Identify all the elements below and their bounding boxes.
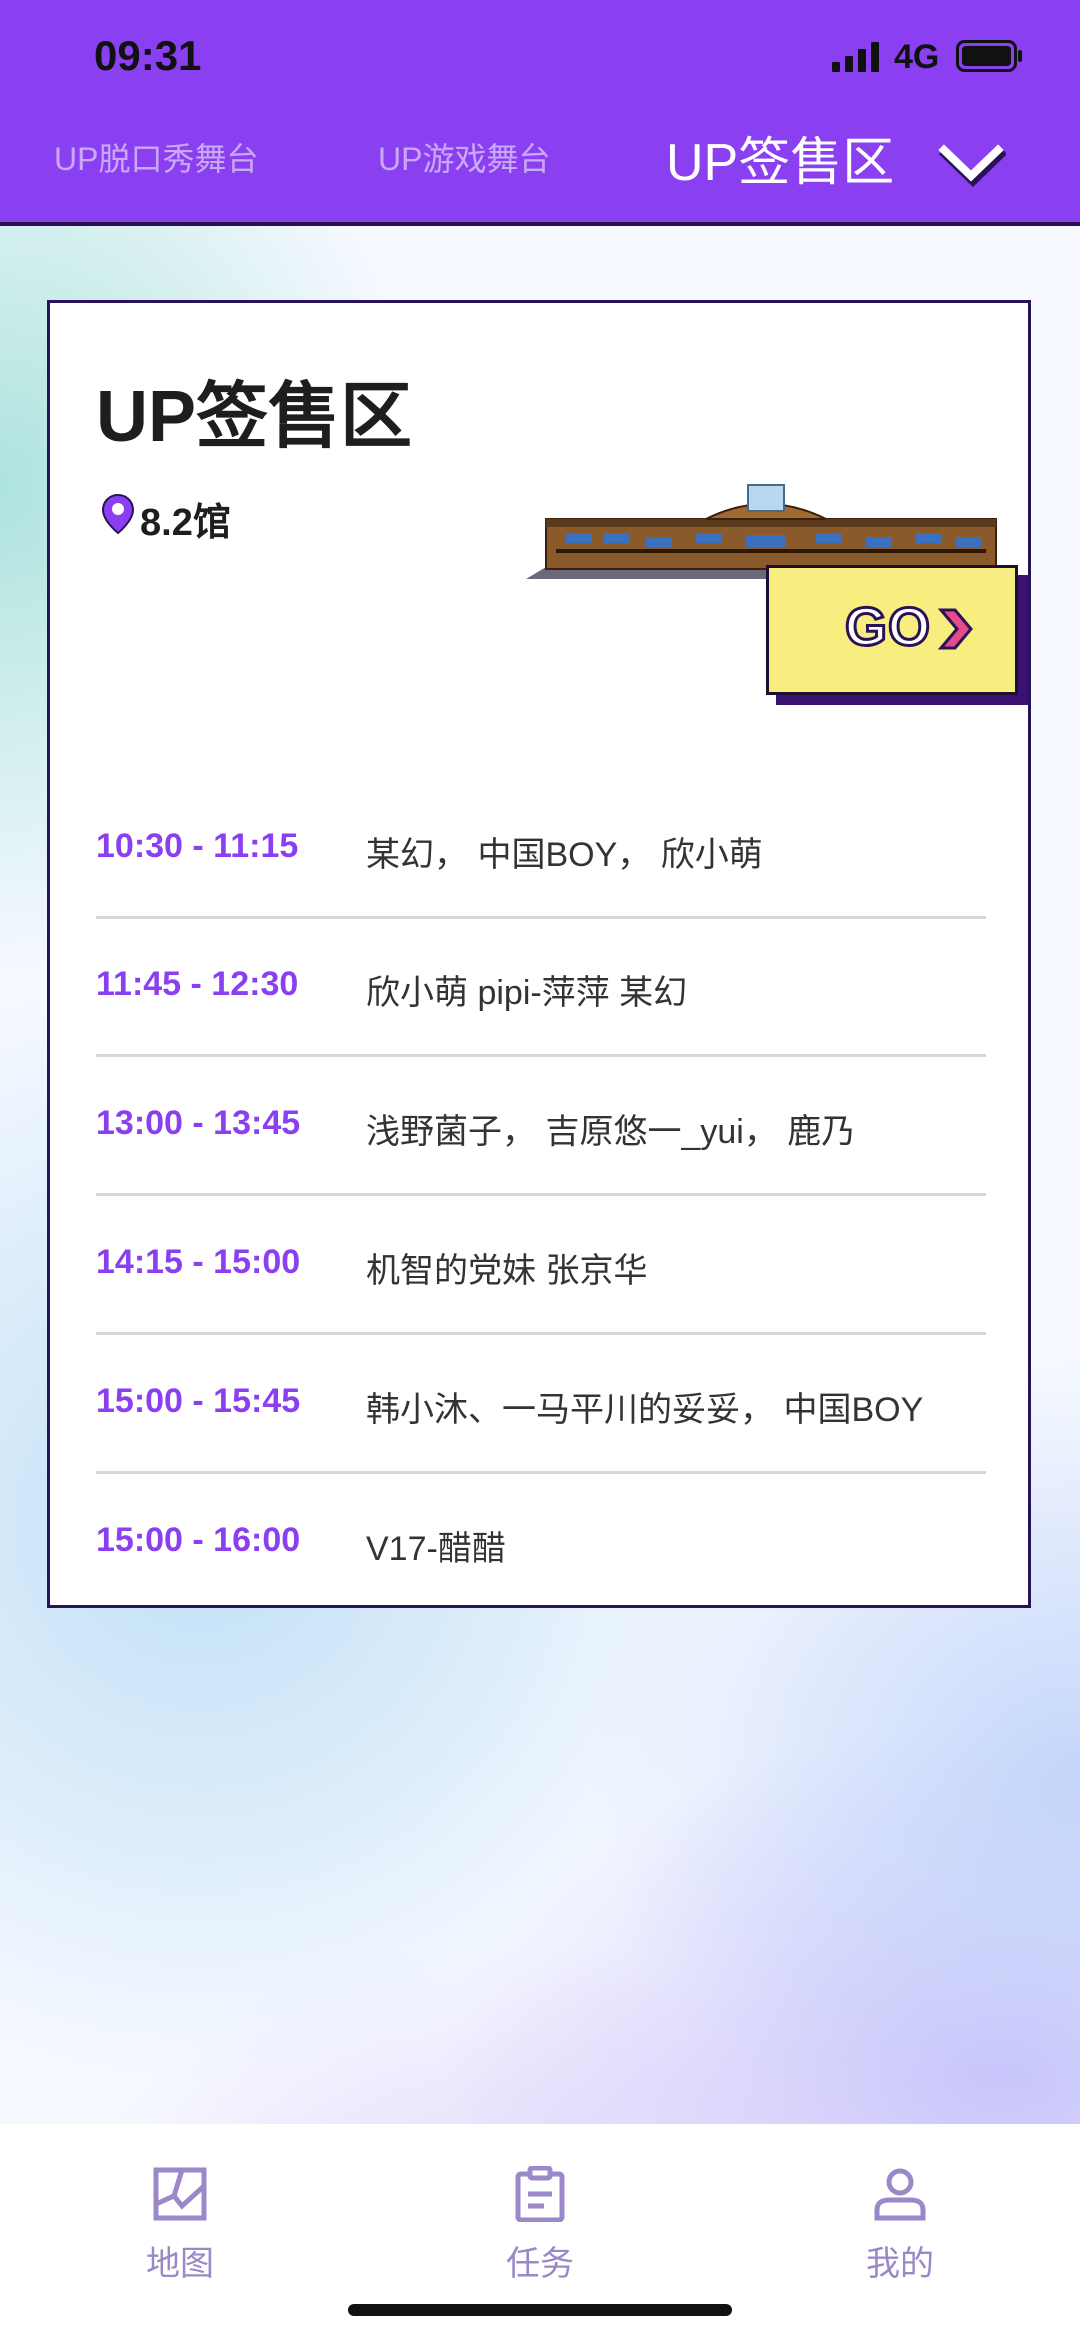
tab-up-signing-area[interactable]: UP签售区: [666, 120, 894, 195]
location-label: 8.2馆: [140, 502, 231, 544]
go-button[interactable]: GO: [766, 565, 1018, 695]
nav-item-tasks[interactable]: 任务: [450, 2144, 630, 2284]
schedule-names: 韩小沐、一马平川的妥妥， 中国BOY: [366, 1391, 924, 1429]
user-icon: [874, 2168, 926, 2221]
schedule-row: 15:00 - 16:00 V17-醋醋: [96, 1475, 986, 1613]
schedule-names: 浅野菌子， 吉原悠一_yui， 鹿乃: [366, 1113, 856, 1151]
go-label: GO: [843, 596, 932, 659]
map-icon: [153, 2167, 207, 2221]
tab-up-talkshow-stage[interactable]: UP脱口秀舞台: [54, 134, 258, 180]
nav-label-map: 地图: [146, 2245, 214, 2283]
battery-icon: [956, 40, 1022, 72]
header-bar: 09:31 4G UP脱口秀舞台 UP游戏舞台 UP签售区: [0, 0, 1080, 226]
schedule-time: 14:15 - 15:00: [96, 1243, 301, 1281]
card-title: UP签售区: [96, 377, 413, 457]
clipboard-icon: [515, 2166, 565, 2222]
network-type: 4G: [894, 38, 940, 76]
home-indicator: [348, 2304, 732, 2316]
chevron-right-icon: [937, 608, 973, 650]
tab-up-game-stage[interactable]: UP游戏舞台: [378, 134, 550, 180]
schedule-time: 10:30 - 11:15: [96, 827, 299, 865]
schedule-row: 10:30 - 11:15 某幻， 中国BOY， 欣小萌: [96, 781, 986, 919]
schedule-time: 11:45 - 12:30: [96, 965, 299, 1003]
schedule-row: 13:00 - 13:45 浅野菌子， 吉原悠一_yui， 鹿乃: [96, 1058, 986, 1196]
status-time: 09:31: [94, 32, 202, 79]
nav-label-me: 我的: [866, 2245, 934, 2283]
signing-area-card: UP签售区 8.2馆 GO 10:30 - 11:15 某幻， 中国BOY， 欣…: [47, 300, 1031, 1608]
schedule-time: 15:00 - 16:00: [96, 1521, 301, 1559]
schedule-time: 15:00 - 15:45: [96, 1382, 301, 1420]
schedule-names: 欣小萌 pipi-萍萍 某幻: [366, 974, 688, 1012]
schedule-time: 13:00 - 13:45: [96, 1104, 301, 1142]
nav-item-me[interactable]: 我的: [810, 2144, 990, 2284]
schedule-names: V17-醋醋: [366, 1530, 506, 1568]
chevron-down-icon[interactable]: [936, 138, 1006, 188]
signal-icon: [832, 42, 879, 72]
schedule-names: 机智的党妹 张京华: [366, 1252, 648, 1290]
schedule-names: 某幻， 中国BOY， 欣小萌: [366, 836, 763, 874]
nav-label-tasks: 任务: [506, 2245, 574, 2283]
schedule-row: 15:00 - 15:45 韩小沐、一马平川的妥妥， 中国BOY: [96, 1336, 986, 1474]
nav-item-map[interactable]: 地图: [90, 2144, 270, 2284]
location-pin-icon: [101, 493, 135, 535]
schedule-row: 14:15 - 15:00 机智的党妹 张京华: [96, 1197, 986, 1335]
schedule-row: 11:45 - 12:30 欣小萌 pipi-萍萍 某幻: [96, 919, 986, 1057]
